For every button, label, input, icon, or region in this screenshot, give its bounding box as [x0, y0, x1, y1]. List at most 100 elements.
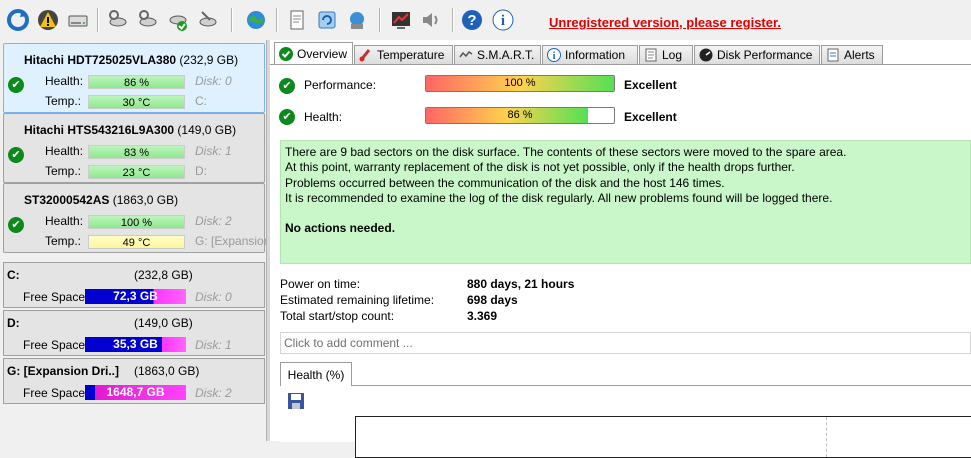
tab-alerts[interactable]: Alerts: [821, 45, 883, 64]
performance-value: 100 %: [504, 77, 536, 89]
temp-label: Temp.:: [45, 94, 82, 108]
performance-rating: Excellent: [624, 78, 677, 92]
network-icon[interactable]: [343, 6, 371, 34]
remaining-lifetime-value: 698 days: [467, 293, 518, 307]
chart-icon[interactable]: [387, 6, 415, 34]
warning-icon[interactable]: [34, 6, 62, 34]
svg-text:?: ?: [467, 12, 476, 29]
disk-title: ST32000542AS (1863,0 GB): [24, 193, 179, 207]
disk-settings-2-icon[interactable]: [134, 6, 162, 34]
speaker-icon[interactable]: [417, 6, 445, 34]
power-on-time-value: 880 days, 21 hours: [467, 277, 575, 291]
health-rating: Excellent: [624, 110, 677, 124]
disk-number: Disk: 2: [195, 386, 232, 400]
info-icon[interactable]: i: [489, 6, 517, 34]
info-icon: i: [547, 48, 561, 62]
disk-card[interactable]: ST32000542AS (1863,0 GB) ✔ Health: 100 %…: [3, 183, 270, 253]
temp-bar: 30 °C: [88, 95, 185, 109]
toolbar-separator: [276, 8, 278, 32]
drive-icon[interactable]: [64, 6, 92, 34]
volume-name: D:: [7, 316, 20, 330]
free-space-label: Free Space: [23, 386, 86, 400]
performance-label: Performance:: [304, 78, 377, 92]
action-text: No actions needed.: [285, 221, 396, 236]
drive-letter: C:: [195, 94, 207, 108]
message-line: It is recommended to examine the log of …: [285, 190, 833, 205]
drive-letter: G: [Expansion: [195, 234, 271, 248]
volume-card[interactable]: C: (232,8 GB) Free Space 72,3 GB Disk: 0: [3, 262, 265, 308]
drive-letter: D:: [195, 164, 207, 178]
toolbar-separator: [231, 8, 233, 32]
check-icon: [279, 47, 293, 61]
disk-settings-icon[interactable]: [104, 6, 132, 34]
message-line: There are 9 bad sectors on the disk surf…: [285, 145, 847, 159]
free-space-label: Free Space: [23, 338, 86, 352]
volume-card[interactable]: D: (149,0 GB) Free Space 35,3 GB Disk: 1: [3, 310, 265, 356]
health-label: Health:: [45, 144, 84, 158]
health-label: Health:: [304, 110, 343, 124]
performance-ok-icon: ✔: [279, 78, 295, 94]
tab-overview[interactable]: Overview: [274, 42, 353, 65]
status-message-box: There are 9 bad sectors on the disk surf…: [280, 140, 971, 264]
volume-card[interactable]: G: [Expansion Dri..] (1863,0 GB) Free Sp…: [3, 358, 265, 404]
disk-number: Disk: 1: [195, 338, 232, 352]
volume-size: (149,0 GB): [134, 316, 193, 330]
free-space-bar: 1648,7 GB: [85, 385, 186, 400]
status-ok-icon: ✔: [8, 147, 24, 163]
health-bar: 100 %: [88, 215, 185, 229]
alerts-icon: [827, 48, 839, 62]
disk-card[interactable]: Hitachi HDT725025VLA380 (232,9 GB) ✔ Hea…: [3, 43, 265, 113]
disk-number: Disk: 2: [195, 214, 232, 228]
health-label: Health:: [45, 214, 84, 228]
tab-information[interactable]: i Information: [542, 45, 638, 64]
volume-name: G: [Expansion Dri..]: [7, 364, 120, 378]
svg-text:i: i: [553, 51, 556, 62]
disk-ok-icon[interactable]: [164, 6, 192, 34]
health-bar: 83 %: [88, 145, 185, 159]
tab-temperature[interactable]: Temperature: [354, 45, 453, 64]
report-icon[interactable]: [283, 6, 311, 34]
globe-icon[interactable]: [242, 6, 270, 34]
remaining-lifetime-label: Estimated remaining lifetime:: [280, 293, 435, 307]
health-bar: 86 %: [88, 75, 185, 89]
free-space-label: Free Space: [23, 290, 86, 304]
message-line: Problems occurred between the communicat…: [285, 175, 725, 190]
refresh-icon[interactable]: [4, 6, 32, 34]
save-icon[interactable]: [287, 392, 305, 410]
toolbar-separator: [452, 8, 454, 32]
disk-number: Disk: 1: [195, 144, 232, 158]
disk-card[interactable]: Hitachi HTS543216L9A300 (149,0 GB) ✔ Hea…: [3, 113, 265, 183]
disk-title: Hitachi HDT725025VLA380 (232,9 GB): [24, 53, 239, 67]
tab-smart[interactable]: S.M.A.R.T.: [454, 45, 541, 64]
unregistered-link[interactable]: Unregistered version, please register.: [549, 15, 781, 30]
smart-icon: [459, 50, 473, 58]
graph-gridline: [826, 417, 827, 457]
start-stop-count-value: 3.369: [467, 309, 498, 323]
help-icon[interactable]: ?: [458, 6, 486, 34]
health-value: 86 %: [507, 109, 533, 121]
volume-size: (1863,0 GB): [134, 364, 200, 378]
disk-tools-icon[interactable]: [194, 6, 222, 34]
toolbar: ? i Unregistered version, please registe…: [0, 0, 971, 40]
tab-health-graph[interactable]: Health (%): [280, 362, 352, 386]
tab-bar: Overview Temperature S.M.A.R.T. i Inform…: [270, 42, 971, 65]
comment-field[interactable]: Click to add comment ...: [280, 332, 971, 354]
disk-list-panel: Hitachi HDT725025VLA380 (232,9 GB) ✔ Hea…: [0, 40, 270, 441]
sync-icon[interactable]: [313, 6, 341, 34]
disk-number: Disk: 0: [195, 290, 232, 304]
performance-bar: 100 %: [425, 75, 615, 92]
gauge-icon: [699, 48, 713, 62]
graph-plot-frame: [355, 416, 971, 458]
toolbar-separator: [97, 8, 99, 32]
disk-number: Disk: 0: [195, 74, 232, 88]
details-panel: Overview Temperature S.M.A.R.T. i Inform…: [270, 40, 971, 458]
free-space-bar: 72,3 GB: [85, 289, 186, 304]
tab-divider: [270, 64, 971, 65]
health-bar: 86 %: [425, 107, 615, 124]
volume-size: (232,8 GB): [134, 268, 193, 282]
tab-disk-performance[interactable]: Disk Performance: [694, 45, 820, 64]
temp-label: Temp.:: [45, 164, 82, 178]
log-icon: [645, 48, 657, 62]
tab-log[interactable]: Log: [639, 45, 693, 64]
temp-label: Temp.:: [45, 234, 82, 248]
